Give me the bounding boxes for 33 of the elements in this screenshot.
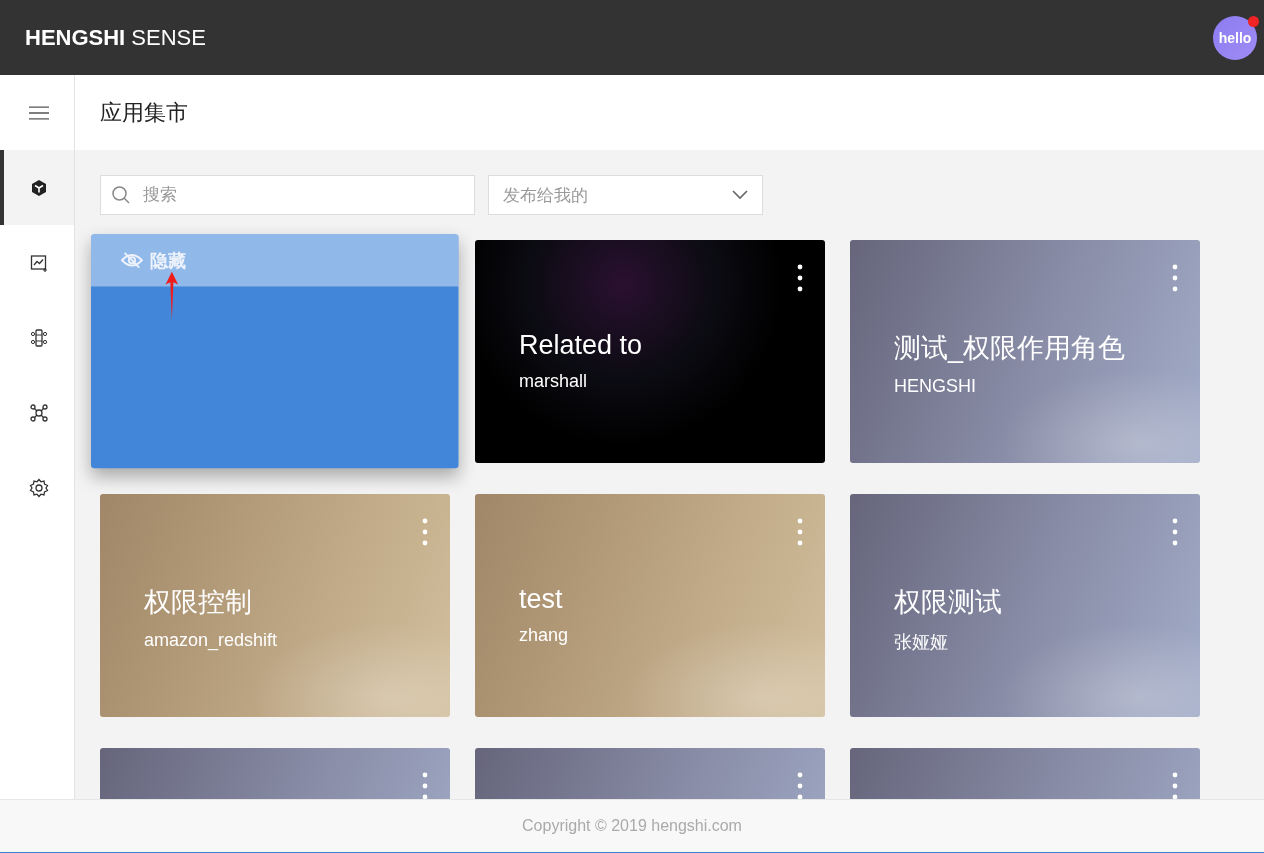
eye-slash-icon bbox=[120, 250, 144, 270]
chart-icon bbox=[29, 252, 49, 273]
card-owner: 张娅娅 bbox=[894, 631, 949, 654]
page-title: 应用集市 bbox=[100, 98, 188, 127]
filter-dropdown[interactable]: 发布给我的 bbox=[488, 175, 763, 215]
app-card[interactable]: 权限控制 amazon_redshift bbox=[100, 494, 450, 717]
card-title: 权限测试 bbox=[894, 586, 1002, 619]
chevron-down-icon bbox=[732, 190, 748, 200]
network-icon bbox=[29, 402, 49, 423]
app-card[interactable]: Related to marshall bbox=[475, 240, 825, 463]
settings-icon bbox=[29, 477, 49, 498]
copyright-text: Copyright © 2019 hengshi.com bbox=[522, 817, 742, 835]
search-field[interactable]: 搜索 bbox=[100, 175, 475, 215]
user-avatar[interactable]: hello bbox=[1213, 15, 1257, 60]
brand-logo[interactable]: HENGSHI SENSE bbox=[25, 24, 206, 51]
hide-bar[interactable]: 隐藏 bbox=[91, 234, 459, 287]
card-title: test bbox=[519, 584, 564, 615]
card-title: Related to bbox=[519, 330, 643, 361]
hide-label: 隐藏 bbox=[149, 249, 186, 273]
app-card[interactable]: test zhang bbox=[475, 494, 825, 717]
card-owner: HENGSHI bbox=[894, 376, 977, 397]
app-card[interactable]: 隐藏 bbox=[91, 234, 459, 469]
card-title: 测试_权限作用角色 bbox=[894, 332, 1126, 365]
nav-item[interactable] bbox=[0, 150, 74, 225]
card-owner: zhang bbox=[519, 625, 569, 646]
search-icon bbox=[111, 185, 131, 205]
app-card[interactable]: 测试_权限作用角色 HENGSHI bbox=[850, 240, 1200, 463]
card-title: 权限控制 bbox=[144, 586, 253, 619]
table-nodes-icon bbox=[29, 327, 49, 348]
card-owner: marshall bbox=[519, 371, 589, 392]
app-card[interactable]: 权限测试 张娅娅 bbox=[850, 494, 1200, 717]
cube-icon bbox=[29, 177, 49, 198]
card-owner: amazon_redshift bbox=[144, 630, 278, 651]
